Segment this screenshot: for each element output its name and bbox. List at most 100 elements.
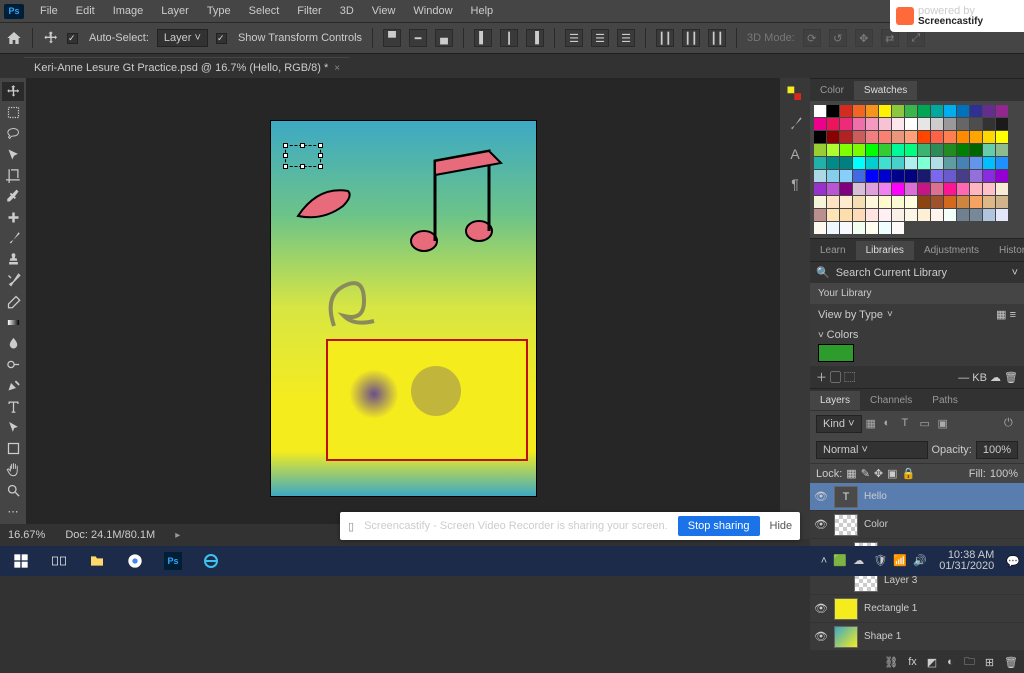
swatch[interactable]: [944, 105, 956, 117]
swatch[interactable]: [957, 118, 969, 130]
swatch[interactable]: [827, 170, 839, 182]
hand-tool[interactable]: [2, 460, 24, 479]
swatch[interactable]: [853, 222, 865, 234]
path-select-tool[interactable]: [2, 418, 24, 437]
swatch[interactable]: [866, 144, 878, 156]
tab-history[interactable]: History: [989, 241, 1024, 260]
system-tray[interactable]: ˄ 🟩 ☁ 🛡 📶 🔊 10:38 AM01/31/2020 💬: [821, 550, 1020, 572]
swatch[interactable]: [944, 157, 956, 169]
swatch[interactable]: [879, 196, 891, 208]
swatch[interactable]: [970, 183, 982, 195]
dodge-tool[interactable]: [2, 355, 24, 374]
swatch[interactable]: [931, 183, 943, 195]
swatch[interactable]: [905, 196, 917, 208]
lock-artboard-icon[interactable]: ▣: [887, 467, 897, 480]
auto-select-dropdown[interactable]: Layer ˅: [157, 29, 208, 47]
align-bottom-icon[interactable]: ▄: [435, 29, 453, 47]
swatch[interactable]: [814, 118, 826, 130]
swatch[interactable]: [840, 157, 852, 169]
file-explorer-icon[interactable]: [80, 548, 114, 574]
home-icon[interactable]: [6, 30, 22, 46]
canvas-area[interactable]: [26, 78, 780, 539]
shape-tool[interactable]: [2, 439, 24, 458]
eraser-tool[interactable]: [2, 292, 24, 311]
swatch[interactable]: [879, 118, 891, 130]
swatch[interactable]: [840, 170, 852, 182]
filter-adjust-icon[interactable]: ◐: [884, 417, 898, 431]
zoom-level[interactable]: 16.67%: [8, 529, 45, 541]
swatch[interactable]: [983, 170, 995, 182]
menu-view[interactable]: View: [364, 2, 404, 20]
stamp-tool[interactable]: [2, 250, 24, 269]
swatch[interactable]: [879, 105, 891, 117]
filter-type-icon[interactable]: T: [902, 417, 916, 431]
swatch[interactable]: [918, 183, 930, 195]
tray-app-icon[interactable]: 🟩: [833, 554, 847, 568]
swatch[interactable]: [996, 131, 1008, 143]
swatch[interactable]: [892, 209, 904, 221]
menu-type[interactable]: Type: [199, 2, 239, 20]
swatch[interactable]: [983, 183, 995, 195]
history-brush-tool[interactable]: [2, 271, 24, 290]
marquee-tool[interactable]: [2, 103, 24, 122]
swatch[interactable]: [996, 196, 1008, 208]
swatch[interactable]: [892, 105, 904, 117]
swatch[interactable]: [970, 170, 982, 182]
swatch[interactable]: [879, 170, 891, 182]
chevron-down-icon[interactable]: ˅: [1012, 267, 1018, 279]
swatch[interactable]: [853, 144, 865, 156]
swatch[interactable]: [827, 196, 839, 208]
text-transform-box[interactable]: [285, 145, 321, 167]
layer-row[interactable]: 👁Color: [810, 511, 1024, 539]
swatch[interactable]: [983, 131, 995, 143]
swatch[interactable]: [892, 222, 904, 234]
swatch[interactable]: [970, 105, 982, 117]
swatch[interactable]: [892, 118, 904, 130]
swatch[interactable]: [918, 196, 930, 208]
swatch[interactable]: [996, 183, 1008, 195]
swatch[interactable]: [892, 157, 904, 169]
align-left-icon[interactable]: ▌: [474, 29, 492, 47]
menu-image[interactable]: Image: [105, 2, 152, 20]
swatch[interactable]: [970, 157, 982, 169]
swatch[interactable]: [957, 144, 969, 156]
swatch[interactable]: [827, 209, 839, 221]
swatch[interactable]: [827, 157, 839, 169]
swatch[interactable]: [853, 131, 865, 143]
stop-sharing-button[interactable]: Stop sharing: [678, 516, 760, 536]
clock[interactable]: 10:38 AM01/31/2020: [939, 550, 994, 572]
swatch[interactable]: [931, 196, 943, 208]
swatch[interactable]: [957, 105, 969, 117]
swatch[interactable]: [853, 170, 865, 182]
swatch[interactable]: [814, 131, 826, 143]
swatch[interactable]: [983, 118, 995, 130]
swatch[interactable]: [983, 196, 995, 208]
filter-shape-icon[interactable]: ▭: [920, 417, 934, 431]
swatch[interactable]: [944, 131, 956, 143]
blend-mode-dropdown[interactable]: Normal ˅: [816, 441, 928, 459]
swatch[interactable]: [840, 222, 852, 234]
swatch[interactable]: [840, 183, 852, 195]
hide-share-button[interactable]: Hide: [770, 520, 793, 532]
swatch[interactable]: [840, 144, 852, 156]
swatch[interactable]: [814, 157, 826, 169]
visibility-icon[interactable]: 👁: [814, 602, 828, 616]
swatch[interactable]: [892, 183, 904, 195]
auto-select-checkbox[interactable]: [67, 33, 78, 44]
visibility-icon[interactable]: 👁: [814, 518, 828, 532]
layer-row[interactable]: 👁Shape 1: [810, 623, 1024, 651]
library-search[interactable]: 🔍 Search Current Library ˅: [810, 261, 1024, 283]
start-button[interactable]: [4, 548, 38, 574]
swatch[interactable]: [944, 183, 956, 195]
eyedropper-tool[interactable]: [2, 187, 24, 206]
swatch[interactable]: [879, 209, 891, 221]
swatch[interactable]: [996, 209, 1008, 221]
swatch[interactable]: [827, 183, 839, 195]
swatch[interactable]: [918, 170, 930, 182]
swatch[interactable]: [905, 144, 917, 156]
swatch[interactable]: [879, 222, 891, 234]
menu-3d[interactable]: 3D: [332, 2, 362, 20]
swatch[interactable]: [814, 209, 826, 221]
swatch[interactable]: [866, 105, 878, 117]
paragraph-panel-icon[interactable]: ¶: [785, 174, 805, 194]
